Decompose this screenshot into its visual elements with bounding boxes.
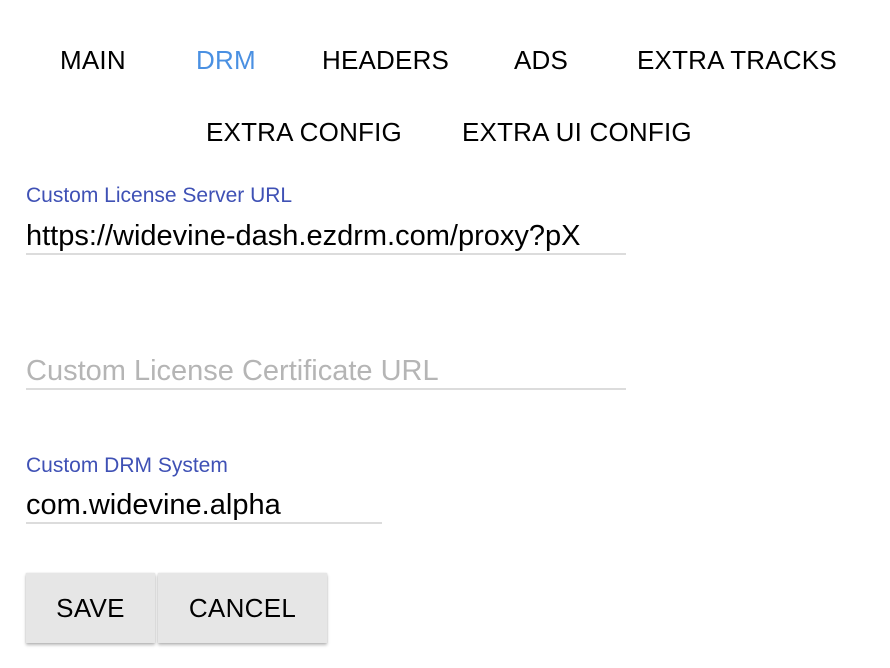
drm-system-label: Custom DRM System: [26, 454, 228, 477]
tab-extra-tracks[interactable]: EXTRA TRACKS: [637, 45, 837, 75]
drm-system-input[interactable]: [26, 488, 382, 524]
cancel-button[interactable]: CANCEL: [158, 573, 327, 643]
tab-extra-ui-config[interactable]: EXTRA UI CONFIG: [462, 117, 692, 147]
license-server-input[interactable]: [26, 219, 626, 255]
tab-main[interactable]: MAIN: [60, 45, 126, 75]
tab-ads[interactable]: ADS: [514, 45, 568, 75]
tab-headers[interactable]: HEADERS: [322, 45, 449, 75]
save-button[interactable]: SAVE: [26, 573, 155, 643]
tab-drm[interactable]: DRM: [196, 45, 256, 75]
license-server-label: Custom License Server URL: [26, 184, 293, 207]
tab-extra-config[interactable]: EXTRA CONFIG: [206, 117, 402, 147]
license-certificate-input[interactable]: [26, 354, 626, 390]
